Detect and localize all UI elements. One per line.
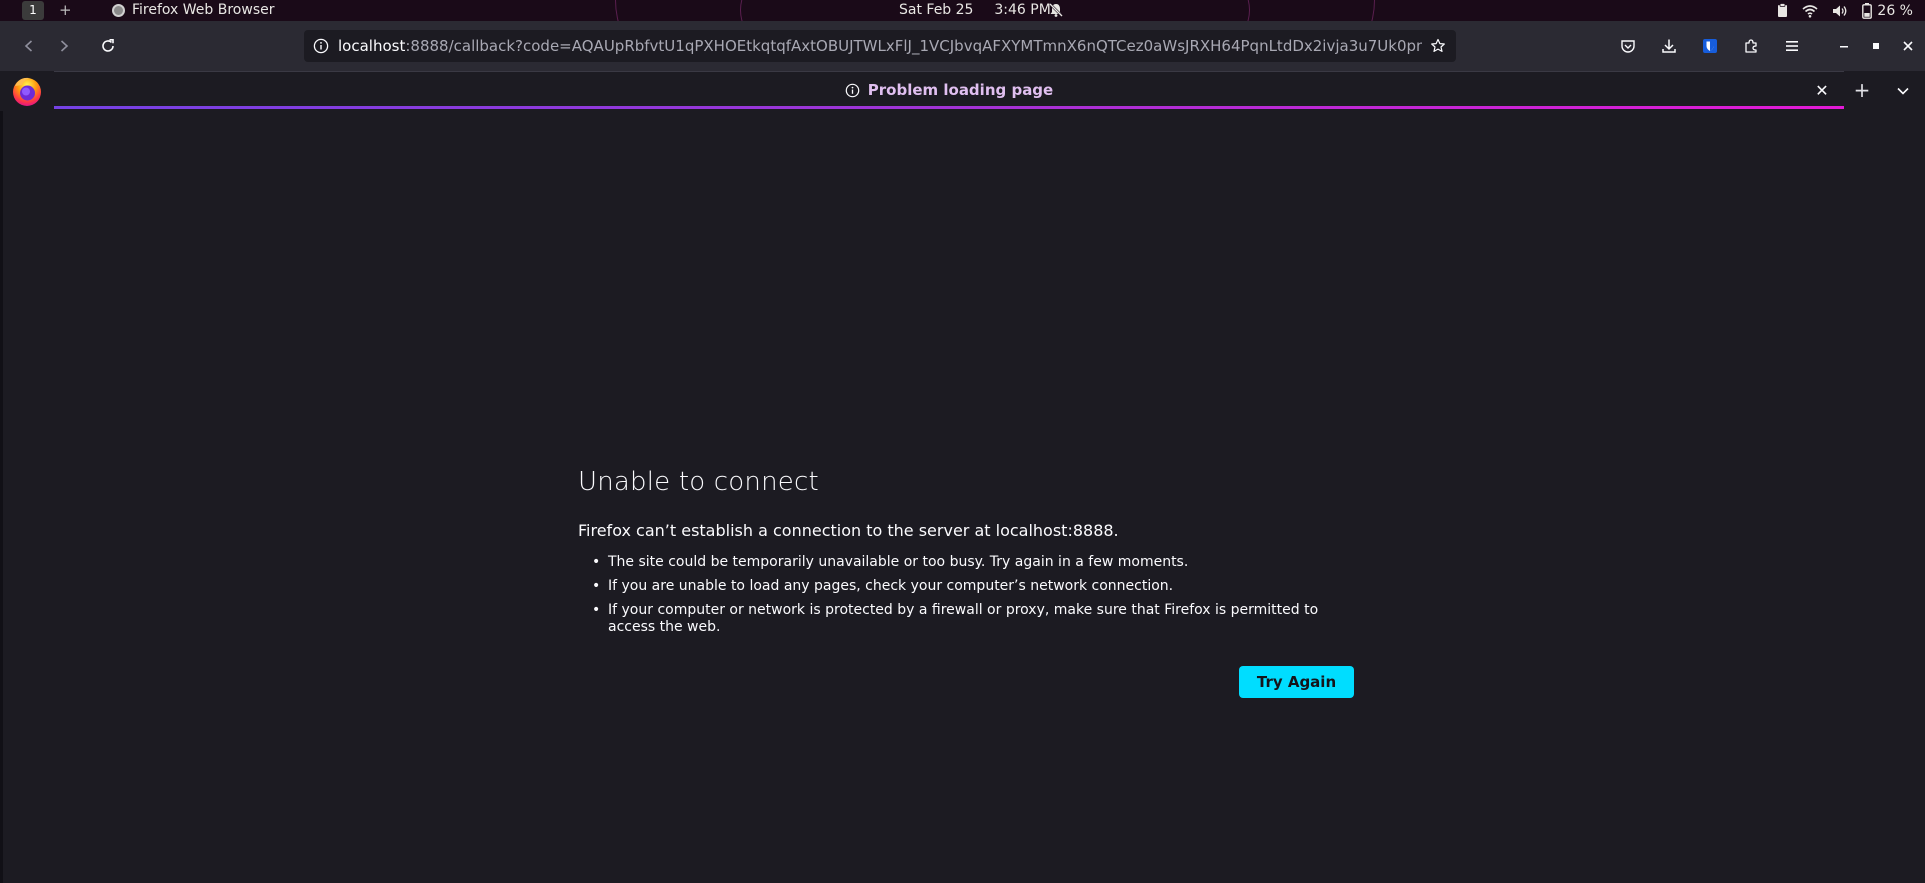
firefox-small-icon [112,4,125,17]
maximize-button[interactable] [1861,31,1891,61]
new-tab-button[interactable]: + [1850,79,1874,103]
tab-close-button[interactable]: ✕ [1812,80,1832,100]
date-label: Sat Feb 25 [899,2,974,18]
bell-muted-icon[interactable] [1048,2,1064,18]
maximize-icon [1873,43,1879,49]
error-container: Unable to connect Firefox can’t establis… [578,467,1354,698]
battery-icon [1862,2,1873,19]
extension-icon [1745,39,1757,53]
info-icon[interactable] [313,38,329,54]
page-content: Unable to connect Firefox can’t establis… [0,111,1925,883]
battery-percent: 26 % [1877,2,1913,19]
pocket-icon [1621,40,1635,53]
downloads-button[interactable] [1654,31,1684,61]
error-description: Firefox can’t establish a connection to … [578,521,1119,540]
url-path: :8888/callback?code=AQAUpRbfvtU1qPXHOEtk… [405,37,1422,55]
system-top-bar: 1 + Firefox Web Browser Sat Feb 25 3:46 … [0,0,1925,21]
minimize-button[interactable] [1829,31,1859,61]
window-close-button[interactable] [1893,31,1923,61]
active-app-menu[interactable]: Firefox Web Browser [112,0,275,21]
forward-button[interactable] [49,31,79,61]
back-icon [24,40,33,52]
workspace-indicator[interactable]: 1 [22,1,44,20]
shield-extension-icon [1703,39,1717,53]
battery-indicator[interactable]: 26 % [1862,2,1913,19]
url-text[interactable]: localhost:8888/callback?code=AQAUpRbfvtU… [338,37,1422,55]
list-item: If you are unable to load any pages, che… [592,578,1354,595]
info-icon [845,83,860,97]
bitwarden-extension-button[interactable] [1695,31,1725,61]
reload-button[interactable] [93,31,123,61]
error-title: Unable to connect [578,467,819,497]
error-suggestions: The site could be temporarily unavailabl… [578,554,1354,636]
app-menu-button[interactable] [1777,31,1807,61]
error-actions: Try Again [578,666,1354,698]
reload-icon [102,39,114,52]
firefox-logo-icon[interactable] [10,74,44,108]
forward-icon [60,40,69,52]
tab-label-row: Problem loading page [54,72,1844,108]
wifi-icon[interactable] [1802,4,1818,18]
url-bar[interactable]: localhost:8888/callback?code=AQAUpRbfvtU… [304,30,1456,62]
volume-icon[interactable] [1832,4,1848,18]
navigation-toolbar: localhost:8888/callback?code=AQAUpRbfvtU… [0,21,1925,71]
tab-strip: Problem loading page ✕ + [0,71,1925,111]
workspace-add-button[interactable]: + [59,0,72,20]
tab-active-indicator [54,106,1844,109]
clock[interactable]: Sat Feb 25 3:46 PM [899,0,1051,21]
tab-list-icon [1897,87,1909,95]
extensions-button[interactable] [1736,31,1766,61]
list-item: The site could be temporarily unavailabl… [592,554,1354,571]
clipboard-icon[interactable] [1777,3,1788,18]
active-app-label: Firefox Web Browser [132,2,275,18]
tab-title: Problem loading page [867,81,1054,99]
toolbar-right-buttons [1602,31,1925,61]
url-host: localhost [338,37,406,55]
minimize-icon [1840,46,1848,48]
menu-icon [1786,41,1798,51]
system-tray: 26 % [1777,0,1913,21]
close-icon [1903,41,1913,51]
time-label: 3:46 PM [994,2,1051,18]
try-again-button[interactable]: Try Again [1239,666,1354,698]
tab-problem-loading[interactable]: Problem loading page ✕ [54,71,1844,109]
pocket-button[interactable] [1613,31,1643,61]
tab-list-button[interactable] [1893,81,1913,101]
back-button[interactable] [14,31,44,61]
downloads-icon [1662,39,1676,53]
bookmark-star-icon[interactable] [1430,38,1446,54]
list-item: If your computer or network is protected… [592,602,1354,636]
